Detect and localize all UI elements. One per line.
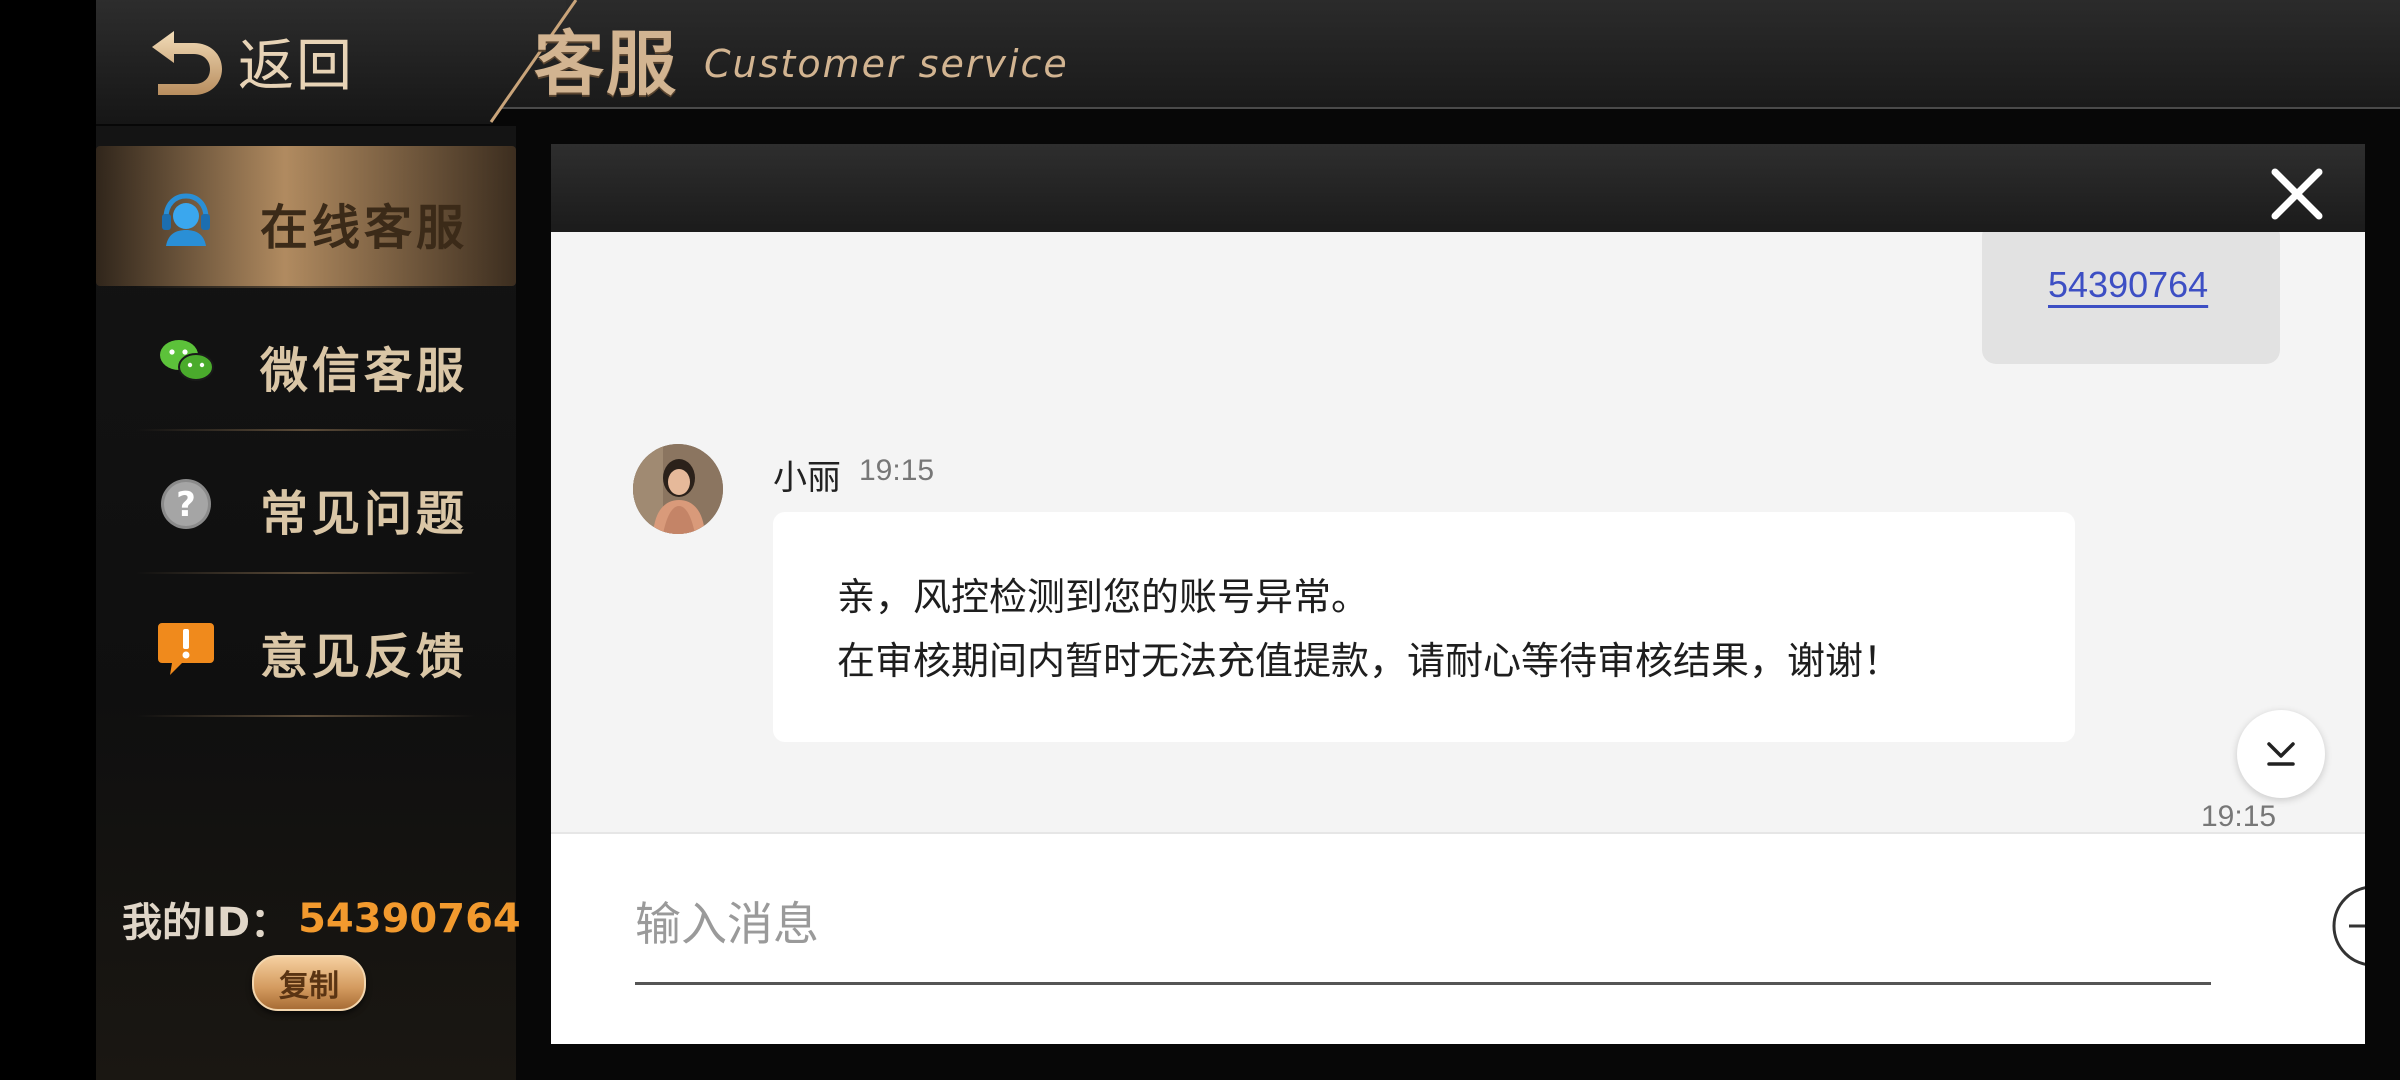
chat-panel: 54390764 小丽 19:15 亲，风控检测到您的账号异常。 在审核期间内暂… <box>551 144 2365 1044</box>
chevron-down-icon <box>2267 742 2295 766</box>
avatar <box>633 444 723 534</box>
question-icon: ? <box>156 474 216 534</box>
divider <box>136 429 476 431</box>
sidebar-item-label: 常见问题 <box>260 486 469 542</box>
scroll-to-bottom-button[interactable] <box>2237 710 2325 798</box>
chat-panel-header <box>551 144 2365 232</box>
user-id-row: 我的ID： 54390764 <box>122 890 521 948</box>
feedback-icon <box>156 617 216 677</box>
message-composer <box>551 832 2365 1044</box>
wechat-icon <box>156 331 216 391</box>
message-timestamp: 19:15 <box>859 454 935 487</box>
message-input[interactable] <box>635 874 2211 985</box>
agent-message-line: 亲，风控检测到您的账号异常。 <box>837 575 1370 619</box>
svg-text:?: ? <box>176 485 196 525</box>
header-bar: 返回 客服 Customer service <box>96 0 2400 124</box>
sidebar-item-faq[interactable]: ? 常见问题 <box>96 432 516 572</box>
sidebar-item-online-service[interactable]: 在线客服 <box>96 146 516 286</box>
agent-message-bubble: 亲，风控检测到您的账号异常。 在审核期间内暂时无法充值提款，请耐心等待审核结果，… <box>773 512 2075 742</box>
sidebar-item-feedback[interactable]: 意见反馈 <box>96 575 516 715</box>
back-label: 返回 <box>238 33 354 99</box>
user-id-label: 我的ID： <box>122 900 291 946</box>
divider <box>136 572 476 574</box>
back-arrow-icon <box>152 31 222 95</box>
own-message-bubble: 54390764 <box>1982 232 2280 364</box>
own-message-link[interactable]: 54390764 <box>2048 264 2208 306</box>
divider <box>136 286 476 288</box>
back-button[interactable]: 返回 <box>144 16 354 106</box>
page-title: 客服 <box>534 23 678 105</box>
sidebar-item-label: 意见反馈 <box>260 629 469 685</box>
message-timestamp: 19:15 <box>2201 800 2277 833</box>
page-subtitle: Customer service <box>704 42 1069 86</box>
divider <box>136 715 476 717</box>
sidebar-item-wechat-service[interactable]: 微信客服 <box>96 289 516 429</box>
add-attachment-icon[interactable] <box>2331 884 2365 968</box>
app-root: 返回 客服 Customer service 在线客服 微信客服 ? 常见问题 … <box>96 0 2400 1080</box>
agent-message-line: 在审核期间内暂时无法充值提款，请耐心等待审核结果，谢谢！ <box>837 639 1902 683</box>
headset-icon <box>156 188 216 248</box>
sidebar-item-label: 微信客服 <box>260 343 469 399</box>
copy-id-button[interactable]: 复制 <box>252 955 366 1011</box>
agent-name: 小丽 <box>773 458 841 498</box>
user-id-value: 54390764 <box>298 896 521 942</box>
sidebar-item-label: 在线客服 <box>260 200 469 256</box>
close-icon[interactable] <box>2269 166 2325 222</box>
